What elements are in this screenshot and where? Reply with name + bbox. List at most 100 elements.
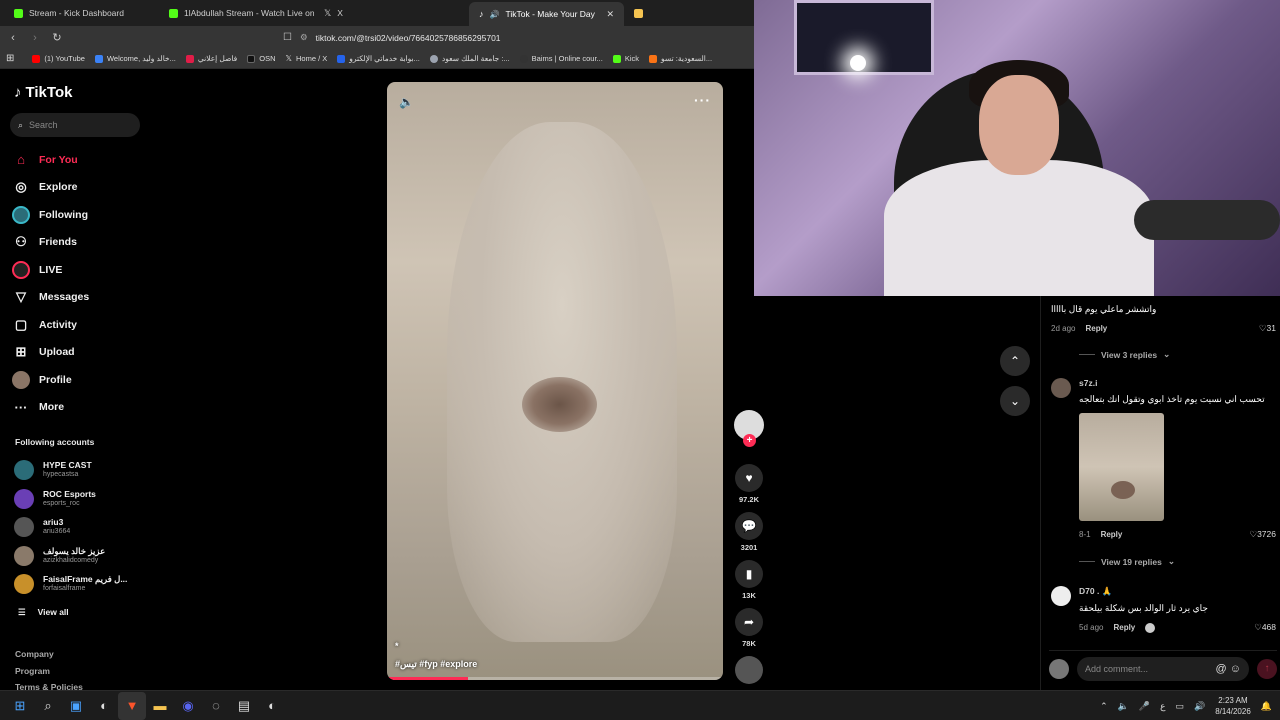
nav-friends[interactable]: ⚇ Friends: [12, 229, 147, 257]
bookmark-baims[interactable]: Baims | Online cour...: [519, 54, 603, 63]
comment-username[interactable]: D70 . 🙏: [1079, 586, 1276, 597]
search-icon[interactable]: ⌕: [34, 692, 62, 720]
creator-avatar[interactable]: +: [734, 410, 764, 447]
reply-button[interactable]: Reply: [1113, 623, 1135, 632]
share-action[interactable]: ➦ 78K: [733, 608, 765, 648]
avatar[interactable]: [1051, 378, 1071, 398]
clock[interactable]: 2:23 AM 8/14/2026: [1215, 695, 1251, 717]
forward-icon[interactable]: ›: [26, 32, 44, 44]
like-action[interactable]: ♥ 97.2K: [733, 464, 765, 504]
steam-icon[interactable]: ◐: [258, 692, 286, 720]
tab-kick-dashboard[interactable]: Stream - Kick Dashboard: [4, 2, 159, 24]
comment-likes[interactable]: ♡468: [1254, 622, 1276, 633]
nav-profile[interactable]: Profile: [12, 366, 147, 394]
gallery-icon[interactable]: ▣: [62, 692, 90, 720]
emoji-picker-icon[interactable]: ☺: [1230, 663, 1241, 675]
back-icon[interactable]: ‹: [4, 32, 22, 44]
close-tab-icon[interactable]: ✕: [606, 9, 614, 20]
tiktok-logo[interactable]: ♪ TikTok: [14, 84, 72, 101]
reply-button[interactable]: Reply: [1085, 324, 1107, 333]
caption-hashtags[interactable]: #تيس #fyp #explore: [395, 659, 477, 670]
bookmark-ksu[interactable]: جامعة الملك سعود :...: [429, 54, 510, 63]
account-item[interactable]: ROC Esports esports_roc: [14, 485, 144, 514]
start-icon[interactable]: ⊞: [6, 692, 34, 720]
comment-image[interactable]: [1079, 413, 1164, 521]
account-item[interactable]: عزيز خالد يسولف azizkhalidcomedy: [14, 542, 144, 571]
app-icon[interactable]: ◌: [202, 692, 230, 720]
comment-icon[interactable]: 💬: [735, 512, 763, 540]
search-input[interactable]: ⌕ Search: [10, 113, 140, 137]
avatar[interactable]: [1051, 586, 1071, 606]
epic-games-icon[interactable]: ▤: [230, 692, 258, 720]
send-icon[interactable]: ↑: [1257, 658, 1277, 679]
notification-icon[interactable]: 🔔: [1261, 701, 1272, 712]
address-bar[interactable]: ⚙ tiktok.com/@trsi02/video/7664025786856…: [300, 29, 760, 46]
comment-likes[interactable]: ♡3726: [1249, 529, 1276, 540]
bookmark-x-home[interactable]: 𝕏 Home / X: [286, 54, 328, 63]
tab-extra[interactable]: [624, 2, 654, 24]
add-comment-input[interactable]: Add comment... @ ☺: [1077, 656, 1249, 681]
reply-button[interactable]: Reply: [1101, 530, 1123, 539]
bookmark-welcome[interactable]: Welcome, خالد وليد...: [94, 54, 176, 63]
steam-icon[interactable]: ◐: [90, 692, 118, 720]
brave-browser-icon[interactable]: ▼: [118, 691, 146, 720]
footer-link[interactable]: Company: [15, 646, 83, 663]
nav-for-you[interactable]: ⌂ For You: [12, 146, 147, 174]
nav-following[interactable]: Following: [12, 201, 147, 229]
tab-kick-stream[interactable]: 1lAbdullah Stream - Watch Live on K: [159, 2, 314, 24]
microphone-icon[interactable]: 🎤: [1139, 701, 1150, 712]
view-all-link[interactable]: ☰ View all: [18, 607, 69, 618]
more-options-icon[interactable]: ···: [694, 92, 711, 108]
bookmark-saudi[interactable]: السعودية: تسو...: [649, 54, 712, 63]
follow-plus-icon[interactable]: +: [743, 434, 756, 447]
nav-live[interactable]: LIVE: [12, 256, 147, 284]
comment-action[interactable]: 💬 3201: [733, 512, 765, 552]
bookmark-youtube[interactable]: (1) YouTube: [32, 54, 85, 63]
music-disc-icon[interactable]: [735, 656, 763, 684]
comment-username[interactable]: s7z.i: [1079, 378, 1276, 388]
video-player[interactable]: 🔈 ··· * #تيس #fyp #explore: [387, 82, 723, 680]
speaker-icon[interactable]: 🔈: [1118, 701, 1129, 712]
nav-messages[interactable]: ▽ Messages: [12, 284, 147, 312]
bookmark-fasel[interactable]: فاصل إعلاني: [185, 54, 237, 63]
view-replies-button[interactable]: View 19 replies ⌄: [1079, 556, 1175, 567]
volume-icon[interactable]: 🔈: [399, 95, 414, 109]
share-icon[interactable]: ➦: [735, 608, 763, 636]
webcam-streamer-head: [979, 75, 1059, 175]
video-progress-bar[interactable]: [387, 677, 723, 680]
nav-more[interactable]: ··· More: [12, 394, 147, 422]
nav-upload[interactable]: ⊞ Upload: [12, 339, 147, 367]
discord-icon[interactable]: ◉: [174, 692, 202, 720]
tab-tiktok[interactable]: ♪ 🔊 TikTok - Make Your Day ✕: [469, 2, 624, 26]
bookmark-icon[interactable]: ▮: [735, 560, 763, 588]
bookmark-osn[interactable]: OSN: [247, 54, 276, 63]
nav-activity[interactable]: ▢ Activity: [12, 311, 147, 339]
footer-link[interactable]: Program: [15, 663, 83, 680]
account-item[interactable]: HYPE CAST hypecastsa: [14, 456, 144, 485]
apps-grid-icon[interactable]: ⊞: [6, 53, 14, 64]
chevron-up-icon[interactable]: ⌃: [1000, 346, 1030, 376]
kick-icon: [14, 8, 23, 18]
tab-x[interactable]: 𝕏 X: [314, 2, 469, 24]
view-replies-button[interactable]: View 3 replies ⌄: [1079, 349, 1170, 360]
heart-icon[interactable]: ♥: [735, 464, 763, 492]
file-explorer-icon[interactable]: ▬: [146, 692, 174, 720]
comment-likes[interactable]: ♡31: [1259, 323, 1276, 334]
bookmark-khadamati[interactable]: بوابة خدماتي الإلكترو...: [337, 54, 420, 63]
bookmark-page-icon[interactable]: ☐: [283, 32, 292, 43]
heart-outline-icon: ♡: [1258, 323, 1267, 333]
site-info-icon[interactable]: ⚙: [300, 32, 308, 43]
account-item[interactable]: FaisalFrame ل فريم... forfaisalframe: [14, 570, 144, 599]
network-icon[interactable]: ▭: [1175, 701, 1184, 712]
nav-explore[interactable]: ◎ Explore: [12, 174, 147, 202]
chevron-down-icon[interactable]: ⌄: [1000, 386, 1030, 416]
language-icon[interactable]: ع: [1160, 701, 1165, 712]
compass-icon: ◎: [15, 179, 27, 195]
bookmark-kick[interactable]: Kick: [612, 54, 639, 63]
reload-icon[interactable]: ↻: [48, 31, 66, 44]
save-action[interactable]: ▮ 13K: [733, 560, 765, 600]
volume-icon[interactable]: 🔊: [1194, 701, 1205, 712]
mention-icon[interactable]: @: [1216, 663, 1227, 675]
chevron-up-icon[interactable]: ⌃: [1100, 701, 1108, 712]
account-item[interactable]: ariu3 ariu3664: [14, 513, 144, 542]
